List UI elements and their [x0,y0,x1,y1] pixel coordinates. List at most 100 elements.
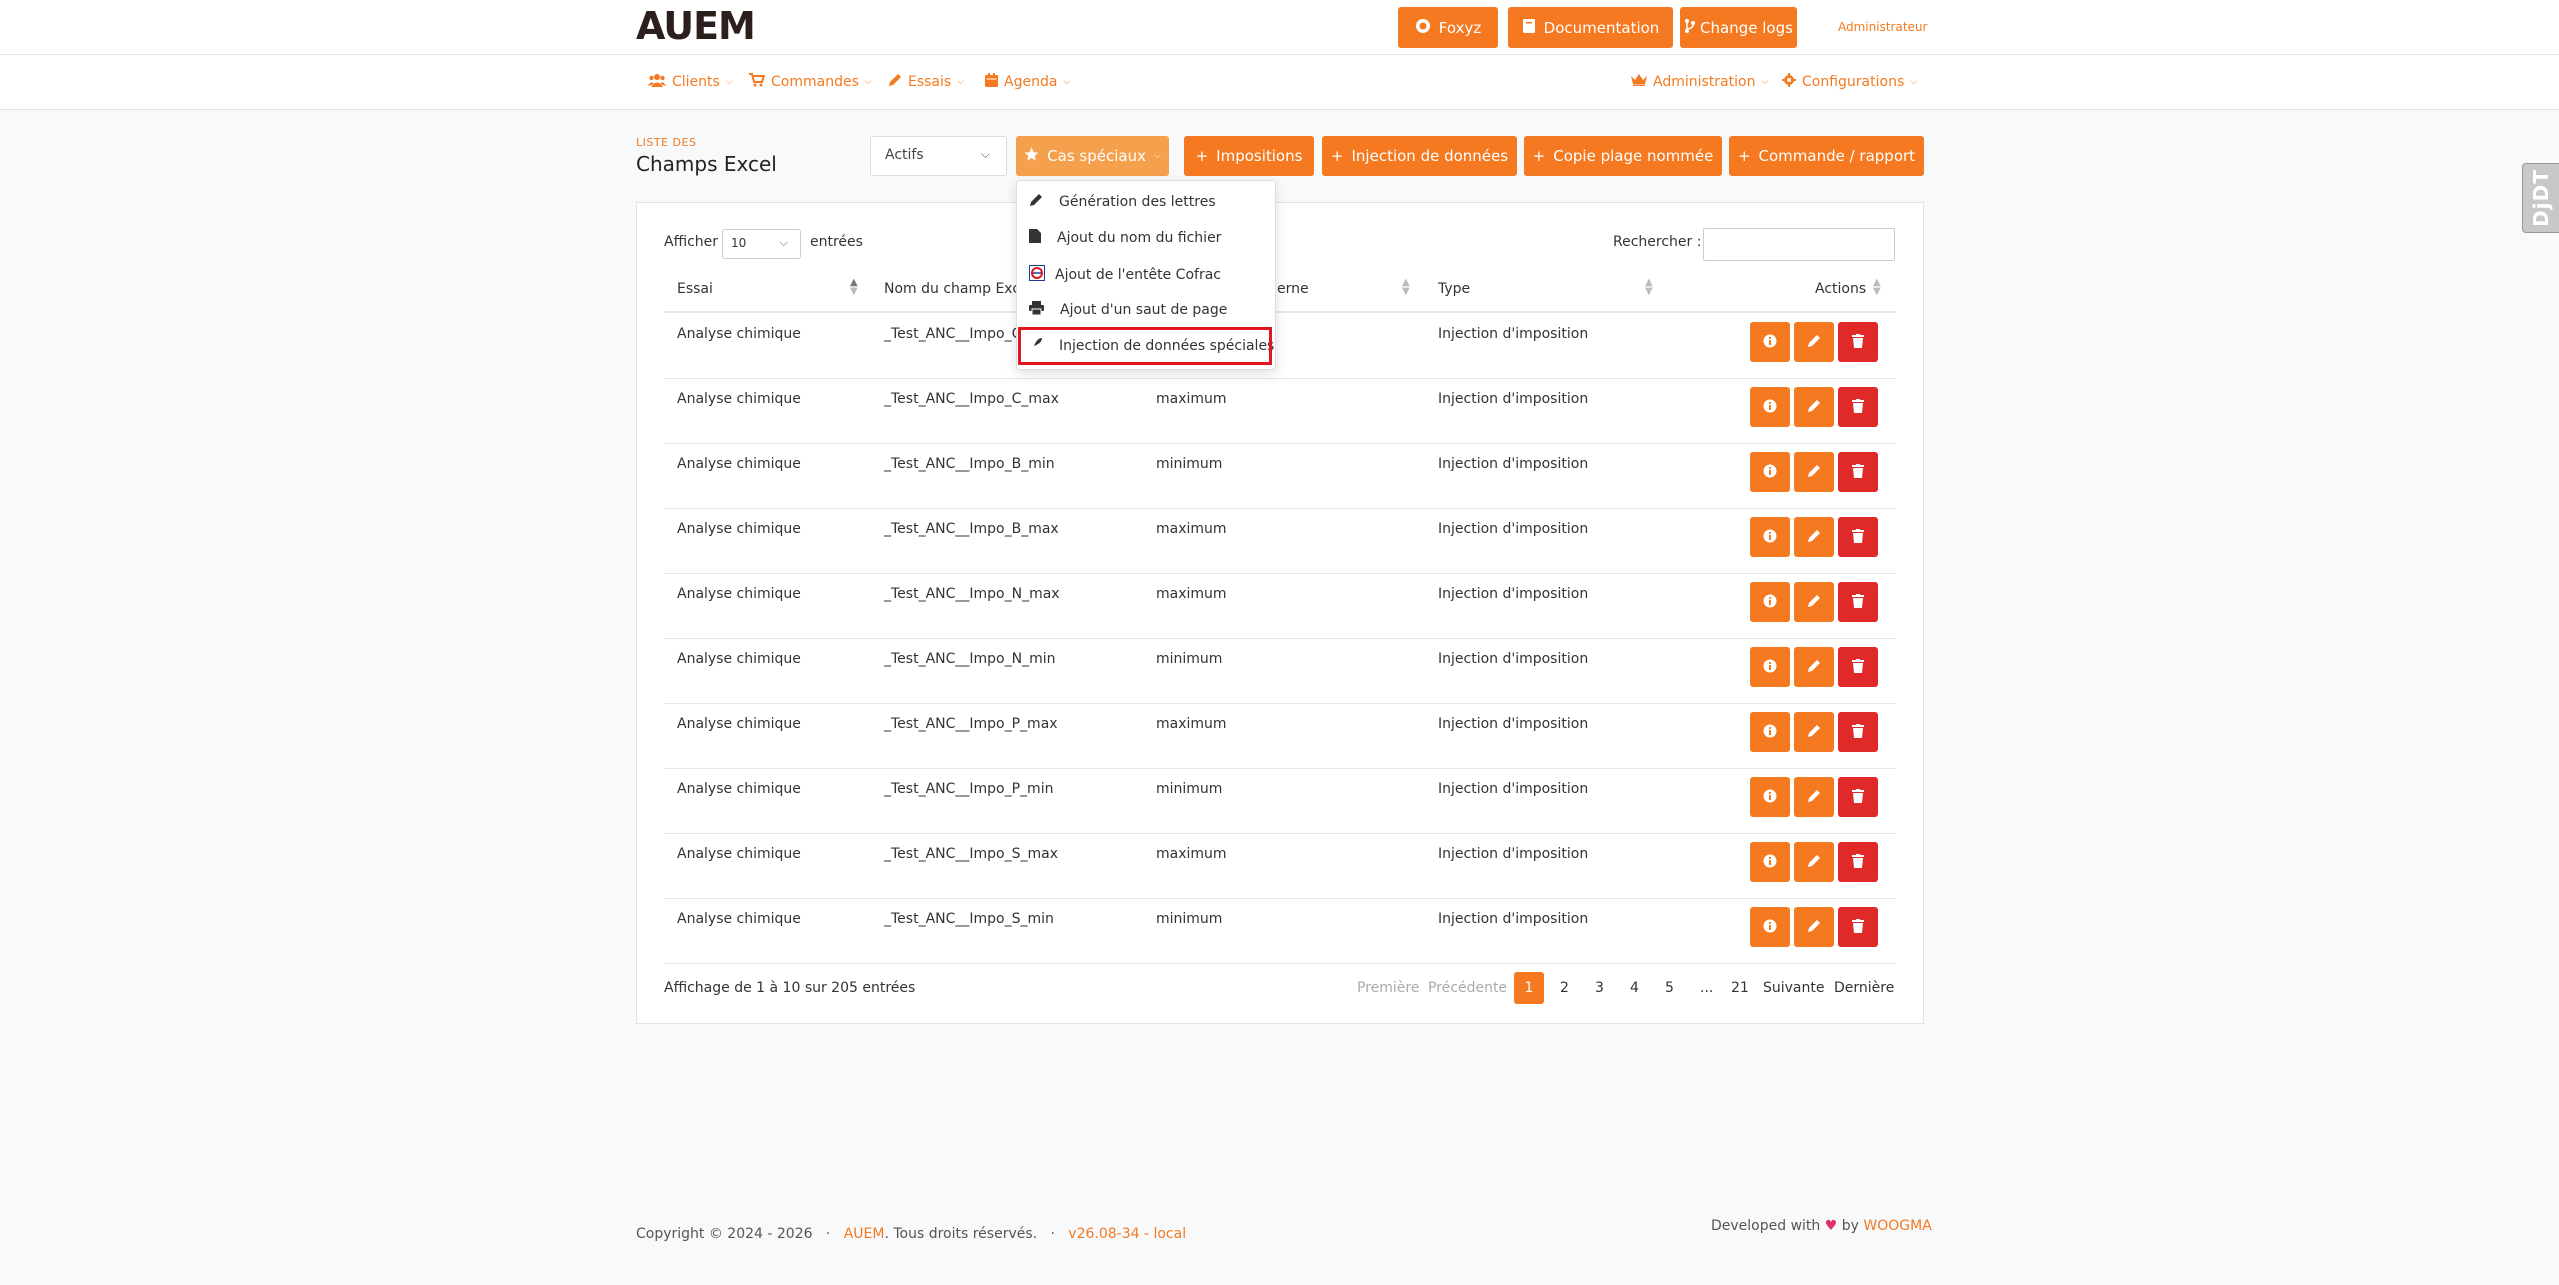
page-length-value: 10 [731,236,747,250]
cell-champ: _Test_ANC__Impo_N_min [884,651,1056,667]
page-title: Champs Excel [636,152,777,176]
cell-interne: maximum [1156,391,1227,407]
delete-button[interactable] [1838,907,1878,947]
info-button[interactable] [1750,907,1790,947]
edit-button[interactable] [1794,322,1834,362]
impositions-button[interactable]: + Impositions [1184,136,1314,176]
info-button[interactable] [1750,387,1790,427]
page-length-select[interactable]: 10 ⌵ [722,229,801,259]
search-input[interactable] [1703,228,1895,261]
length-label: Afficher [664,234,719,250]
pagination-first[interactable]: Première [1357,980,1419,996]
info-button[interactable] [1750,842,1790,882]
delete-button[interactable] [1838,452,1878,492]
nav-administration[interactable]: Administration ⌵ [1631,73,1768,90]
edit-button[interactable] [1794,647,1834,687]
nav-clients[interactable]: Clients ⌵ [648,73,733,91]
cell-champ: _Test_ANC__Impo_S_min [884,911,1054,927]
pagination-page-4[interactable]: 4 [1630,980,1639,996]
company-link[interactable]: WOOGMA [1863,1218,1931,1234]
info-button[interactable] [1750,712,1790,752]
dropdown-item-filename[interactable]: Ajout du nom du fichier [1029,229,1221,247]
pagination-page-21[interactable]: 21 [1731,980,1749,996]
status-filter-select[interactable]: Actifs ⌵ [870,136,1007,176]
edit-button[interactable] [1794,842,1834,882]
delete-button[interactable] [1838,842,1878,882]
nav-commandes[interactable]: Commandes ⌵ [749,73,872,91]
info-button[interactable] [1750,322,1790,362]
column-header-essai[interactable]: Essai [677,281,713,297]
change-logs-button[interactable]: Change logs [1680,7,1797,48]
nav-configurations[interactable]: Configurations ⌵ [1782,73,1917,91]
chevron-down-icon: ⌵ [725,77,733,87]
column-header-champ[interactable]: Nom du champ Exce [884,281,1029,297]
edit-button[interactable] [1794,712,1834,752]
brand-logo[interactable]: AUEM [636,4,756,48]
info-button[interactable] [1750,777,1790,817]
delete-button[interactable] [1838,582,1878,622]
cell-champ: _Test_ANC__Impo_B_min [884,456,1055,472]
edit-button[interactable] [1794,582,1834,622]
info-button[interactable] [1750,647,1790,687]
copy-range-label: Copie plage nommée [1553,147,1714,165]
pencil-icon [1807,788,1821,807]
pagination-prev[interactable]: Précédente [1428,980,1507,996]
cofrac-icon [1029,265,1045,285]
cell-type: Injection d'imposition [1438,586,1589,602]
selection-highlight [1018,327,1272,365]
documentation-button[interactable]: Documentation [1508,7,1673,48]
edit-button[interactable] [1794,777,1834,817]
column-header-interne[interactable]: erne [1277,281,1309,297]
info-button[interactable] [1750,582,1790,622]
debug-toolbar-tab[interactable]: DjDT [2522,163,2559,233]
delete-button[interactable] [1838,647,1878,687]
delete-button[interactable] [1838,322,1878,362]
edit-button[interactable] [1794,452,1834,492]
delete-button[interactable] [1838,777,1878,817]
info-button[interactable] [1750,452,1790,492]
delete-button[interactable] [1838,517,1878,557]
info-button[interactable] [1750,517,1790,557]
delete-button[interactable] [1838,387,1878,427]
user-menu-link[interactable]: Administrateur [1838,20,1927,34]
table-info: Affichage de 1 à 10 sur 205 entrées [664,980,916,996]
foxyz-button[interactable]: Foxyz [1398,7,1498,48]
special-cases-button[interactable]: Cas spéciaux ⌵ [1016,136,1169,176]
dropdown-item-page-break[interactable]: Ajout d'un saut de page [1029,301,1227,319]
crown-icon [1631,73,1647,90]
trash-icon [1852,333,1864,352]
dropdown-item-cofrac[interactable]: Ajout de l'entête Cofrac [1029,265,1221,285]
pagination-page-2[interactable]: 2 [1560,980,1569,996]
row-divider [664,573,1895,574]
column-header-type[interactable]: Type [1438,281,1470,297]
delete-button[interactable] [1838,712,1878,752]
footer-brand-link[interactable]: AUEM [844,1226,885,1242]
pagination-last[interactable]: Dernière [1834,980,1894,996]
cell-type: Injection d'imposition [1438,911,1589,927]
column-header-actions[interactable]: Actions [1815,281,1866,297]
dropdown-item-letters[interactable]: Génération des lettres [1029,193,1216,211]
pagination-page-5[interactable]: 5 [1665,980,1674,996]
edit-button[interactable] [1794,387,1834,427]
dropdown-item-label: Ajout d'un saut de page [1060,302,1228,318]
row-divider [664,638,1895,639]
chevron-down-icon: ⌵ [980,147,990,161]
nav-agenda[interactable]: Agenda ⌵ [985,73,1070,91]
edit-button[interactable] [1794,517,1834,557]
row-divider [664,378,1895,379]
edit-button[interactable] [1794,907,1834,947]
version-link[interactable]: v26.08-34 - local [1068,1226,1186,1242]
command-report-button[interactable]: + Commande / rapport [1729,136,1924,176]
row-divider [664,703,1895,704]
pagination-page-3[interactable]: 3 [1595,980,1604,996]
pagination-page-1[interactable]: 1 [1514,972,1544,1004]
dropdown-item-label: Ajout du nom du fichier [1057,230,1222,246]
nav-essais[interactable]: Essais ⌵ [888,73,964,91]
top-bar: AUEM Foxyz Documentation Change logs Adm… [0,0,2559,55]
cell-champ: _Test_ANC__Impo_N_max [884,586,1060,602]
injection-button[interactable]: + Injection de données [1322,136,1517,176]
pagination-next[interactable]: Suivante [1763,980,1825,996]
trash-icon [1852,658,1864,677]
copy-range-button[interactable]: + Copie plage nommée [1524,136,1722,176]
cell-essai: Analyse chimique [677,781,801,797]
